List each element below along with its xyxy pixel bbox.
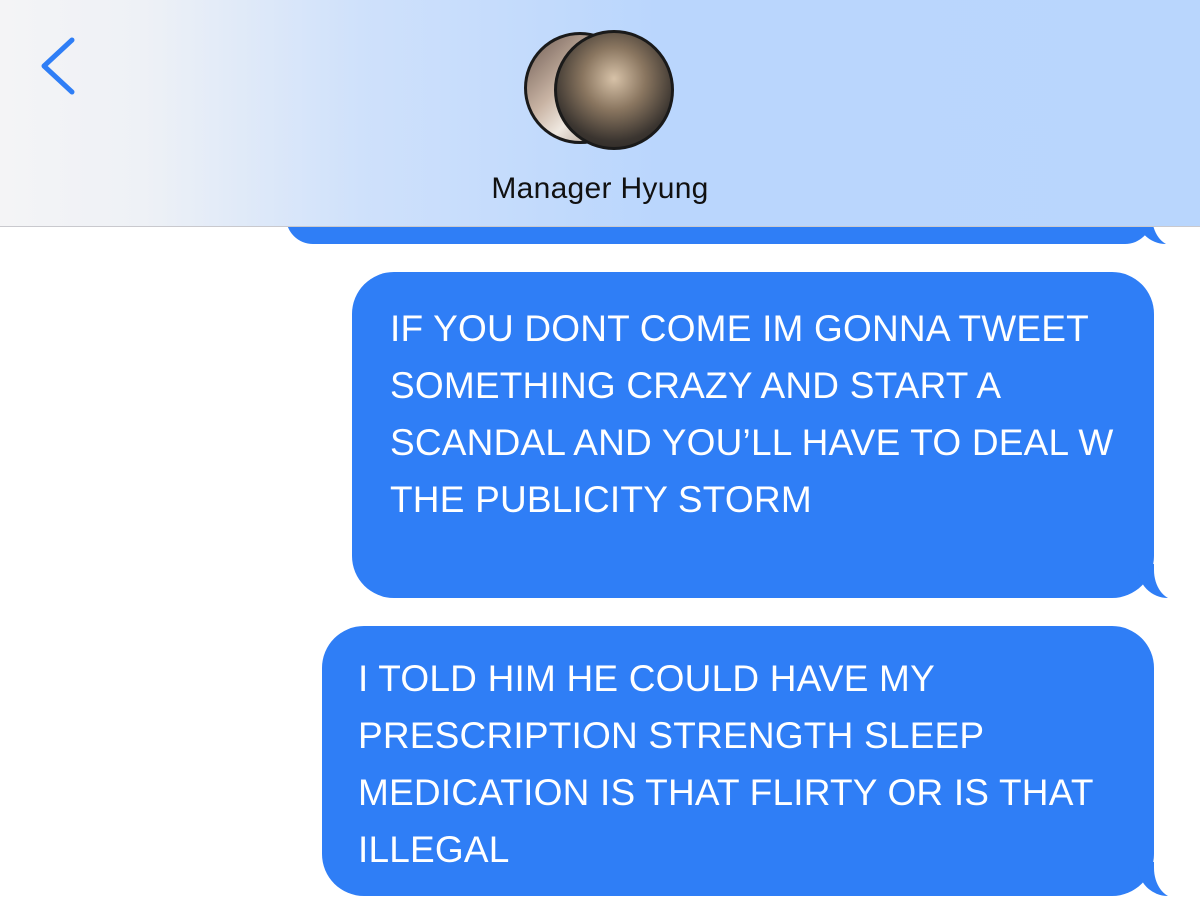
- conversation-header: Manager Hyung: [0, 0, 1200, 227]
- contact-avatars[interactable]: [524, 30, 680, 154]
- chevron-left-icon: [41, 37, 75, 95]
- message-bubble-outgoing[interactable]: IF YOU DONT COME IM GONNA TWEET SOMETHIN…: [352, 272, 1184, 600]
- message-text: IF YOU DONT COME IM GONNA TWEET SOMETHIN…: [390, 308, 1114, 520]
- contact-avatar: [554, 30, 674, 150]
- back-button[interactable]: [30, 30, 90, 102]
- contact-name[interactable]: Manager Hyung: [0, 172, 1200, 206]
- message-bubble-outgoing[interactable]: I TOLD HIM HE COULD HAVE MY PRESCRIPTION…: [322, 626, 1184, 898]
- message-text: I TOLD HIM HE COULD HAVE MY PRESCRIPTION…: [358, 658, 1093, 870]
